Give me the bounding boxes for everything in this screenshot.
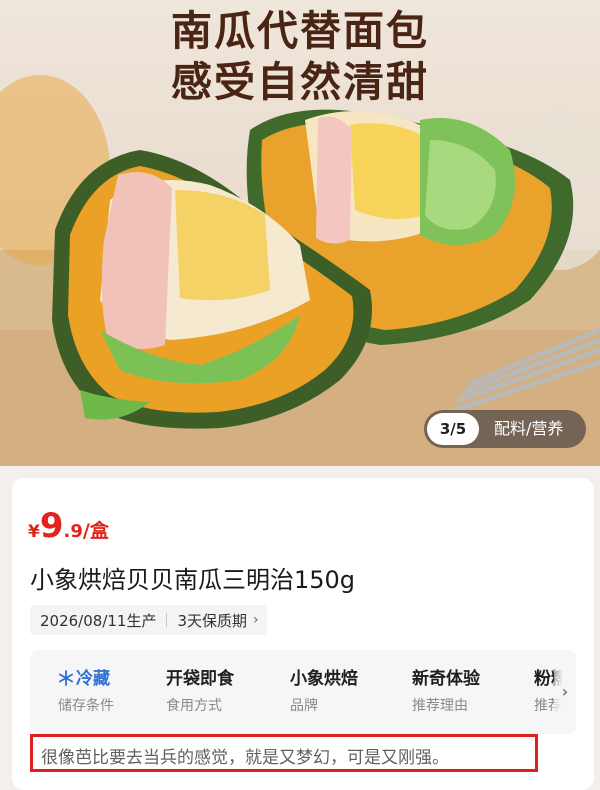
price-integer: 9 xyxy=(39,506,64,546)
chevron-right-icon[interactable]: › xyxy=(554,650,576,734)
snowflake-icon xyxy=(58,670,74,686)
hero-title: 南瓜代替面包 感受自然清甜 xyxy=(0,6,600,108)
product-title: 小象烘焙贝贝南瓜三明治150g xyxy=(30,566,356,594)
product-attributes[interactable]: 冷藏 储存条件 开袋即食 食用方式 小象烘焙 品牌 新奇体验 推荐理由 粉糯 推… xyxy=(30,650,576,734)
product-image-carousel[interactable]: 南瓜代替面包 感受自然清甜 3/5 配料/营养 xyxy=(0,0,600,466)
price: ¥9.9/盒 xyxy=(28,506,109,546)
attribute-brand: 小象烘焙 品牌 xyxy=(290,664,358,715)
attribute-label: 推荐理由 xyxy=(412,698,468,714)
attribute-value: 开袋即食 xyxy=(166,669,234,689)
tag-divider xyxy=(166,613,168,627)
comment-text: 很像芭比要去当兵的感觉，就是又梦幻，可是又刚强。 xyxy=(41,748,449,768)
production-info-tag[interactable]: 2026/08/11生产 3天保质期 › xyxy=(30,605,267,635)
image-counter: 3/5 xyxy=(427,413,479,445)
attribute-value: 冷藏 xyxy=(58,664,114,689)
hero-title-line1: 南瓜代替面包 xyxy=(171,7,429,55)
image-pager[interactable]: 3/5 配料/营养 xyxy=(424,410,586,448)
chevron-right-icon: › xyxy=(253,612,259,628)
price-unit: /盒 xyxy=(82,520,109,542)
product-info-card: ¥9.9/盒 小象烘焙贝贝南瓜三明治150g 2026/08/11生产 3天保质… xyxy=(12,478,594,790)
attribute-value: 新奇体验 xyxy=(412,669,480,689)
production-date: 2026/08/11生产 xyxy=(40,611,157,630)
attribute-storage: 冷藏 储存条件 xyxy=(58,664,114,715)
attribute-usage: 开袋即食 食用方式 xyxy=(166,664,234,715)
attribute-label: 品牌 xyxy=(290,698,318,714)
price-decimal: .9 xyxy=(63,521,83,542)
attribute-value: 小象烘焙 xyxy=(290,669,358,689)
attribute-label: 储存条件 xyxy=(58,698,114,714)
ingredients-nutrition-tab[interactable]: 配料/营养 xyxy=(494,410,563,448)
attribute-label: 食用方式 xyxy=(166,698,222,714)
currency-symbol: ¥ xyxy=(28,522,40,542)
highlighted-comment: 很像芭比要去当兵的感觉，就是又梦幻，可是又刚强。 xyxy=(30,734,538,772)
hero-title-line2: 感受自然清甜 xyxy=(171,58,429,106)
attribute-reason: 新奇体验 推荐理由 xyxy=(412,664,480,715)
shelf-life: 3天保质期 xyxy=(177,611,248,630)
